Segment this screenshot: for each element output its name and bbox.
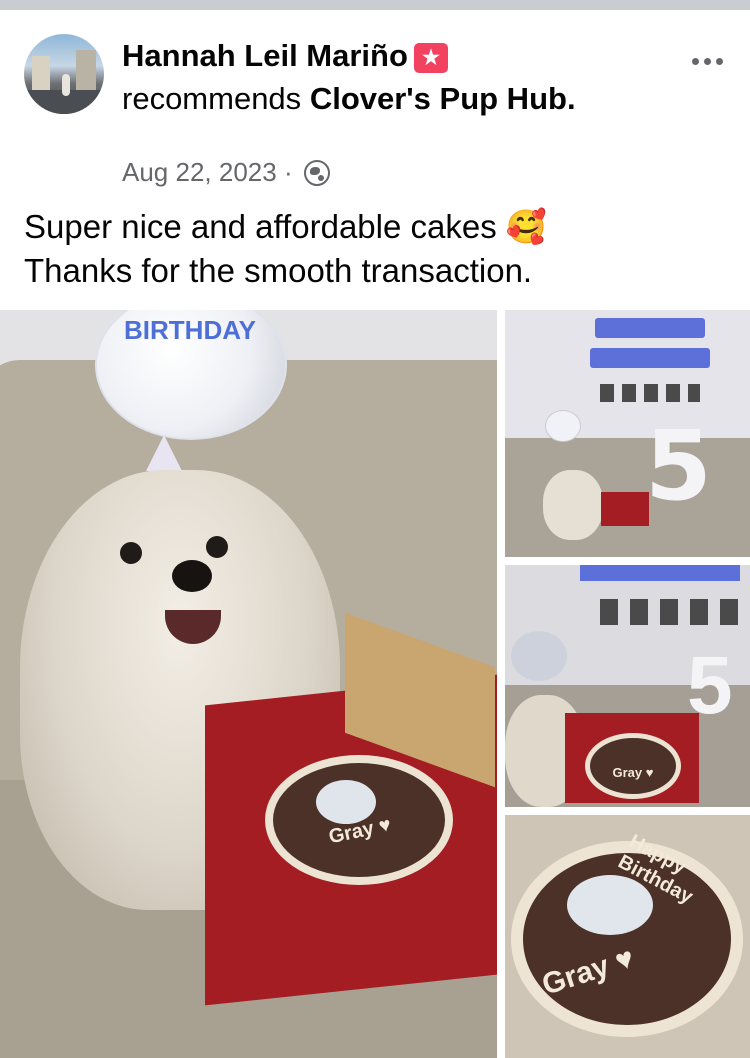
photo-cake-text: Gray ♥ — [612, 765, 654, 780]
action-text: recommends — [122, 81, 302, 116]
photo-hanging-pictures — [600, 384, 700, 402]
photo-balloon — [545, 410, 581, 442]
photo-party-hat — [146, 435, 182, 471]
avatar-building — [76, 50, 96, 90]
photo-number-balloon: 5 — [645, 410, 712, 522]
more-dot — [703, 57, 711, 65]
photo-side-1[interactable]: 5 — [505, 310, 750, 557]
author-avatar[interactable] — [24, 34, 104, 114]
post-text: Super nice and affordable cakes 🥰 Thanks… — [24, 205, 724, 293]
avatar-building — [32, 56, 50, 90]
photo-bunting — [595, 318, 705, 338]
photo-side-3[interactable]: Happy Birthday Gray ♥ — [505, 815, 750, 1058]
photo-dog-eye — [206, 536, 228, 558]
globe-icon[interactable] — [303, 160, 330, 186]
meta-separator: · — [283, 157, 293, 187]
photo-dog-eye — [120, 542, 142, 564]
top-divider — [0, 0, 750, 10]
more-options-button[interactable] — [686, 46, 728, 76]
recommend-star-icon: ★ — [413, 43, 448, 73]
post-meta: Aug 22, 2023 · — [122, 156, 330, 188]
avatar-person — [62, 74, 70, 96]
photo-main[interactable]: BIRTHDAY Gray ♥ — [0, 310, 497, 1058]
photo-balloon — [511, 631, 567, 681]
photo-cake-box — [601, 492, 649, 526]
post-text-line: Thanks for the smooth transaction. — [24, 252, 533, 289]
more-dot — [691, 57, 699, 65]
photo-balloon-text: BIRTHDAY — [124, 315, 256, 345]
photo-bunting — [590, 348, 710, 368]
photo-side-2[interactable]: 5 Gray ♥ — [505, 565, 750, 807]
photo-hanging-pictures — [600, 599, 740, 625]
page-name-link[interactable]: Clover's Pup Hub — [310, 81, 567, 116]
author-name[interactable]: Hannah Leil Mariño — [122, 38, 408, 73]
post-header: Hannah Leil Mariño ★ recommends Clover's … — [0, 10, 750, 200]
post-attribution: Hannah Leil Mariño ★ recommends Clover's … — [122, 38, 576, 116]
photo-dog-nose — [172, 560, 212, 592]
post-date[interactable]: Aug 22, 2023 — [122, 157, 277, 187]
photo-bunting — [580, 565, 740, 581]
photo-dog — [543, 470, 603, 540]
post-text-line: Super nice and affordable cakes 🥰 — [24, 208, 547, 245]
more-dot — [715, 57, 723, 65]
